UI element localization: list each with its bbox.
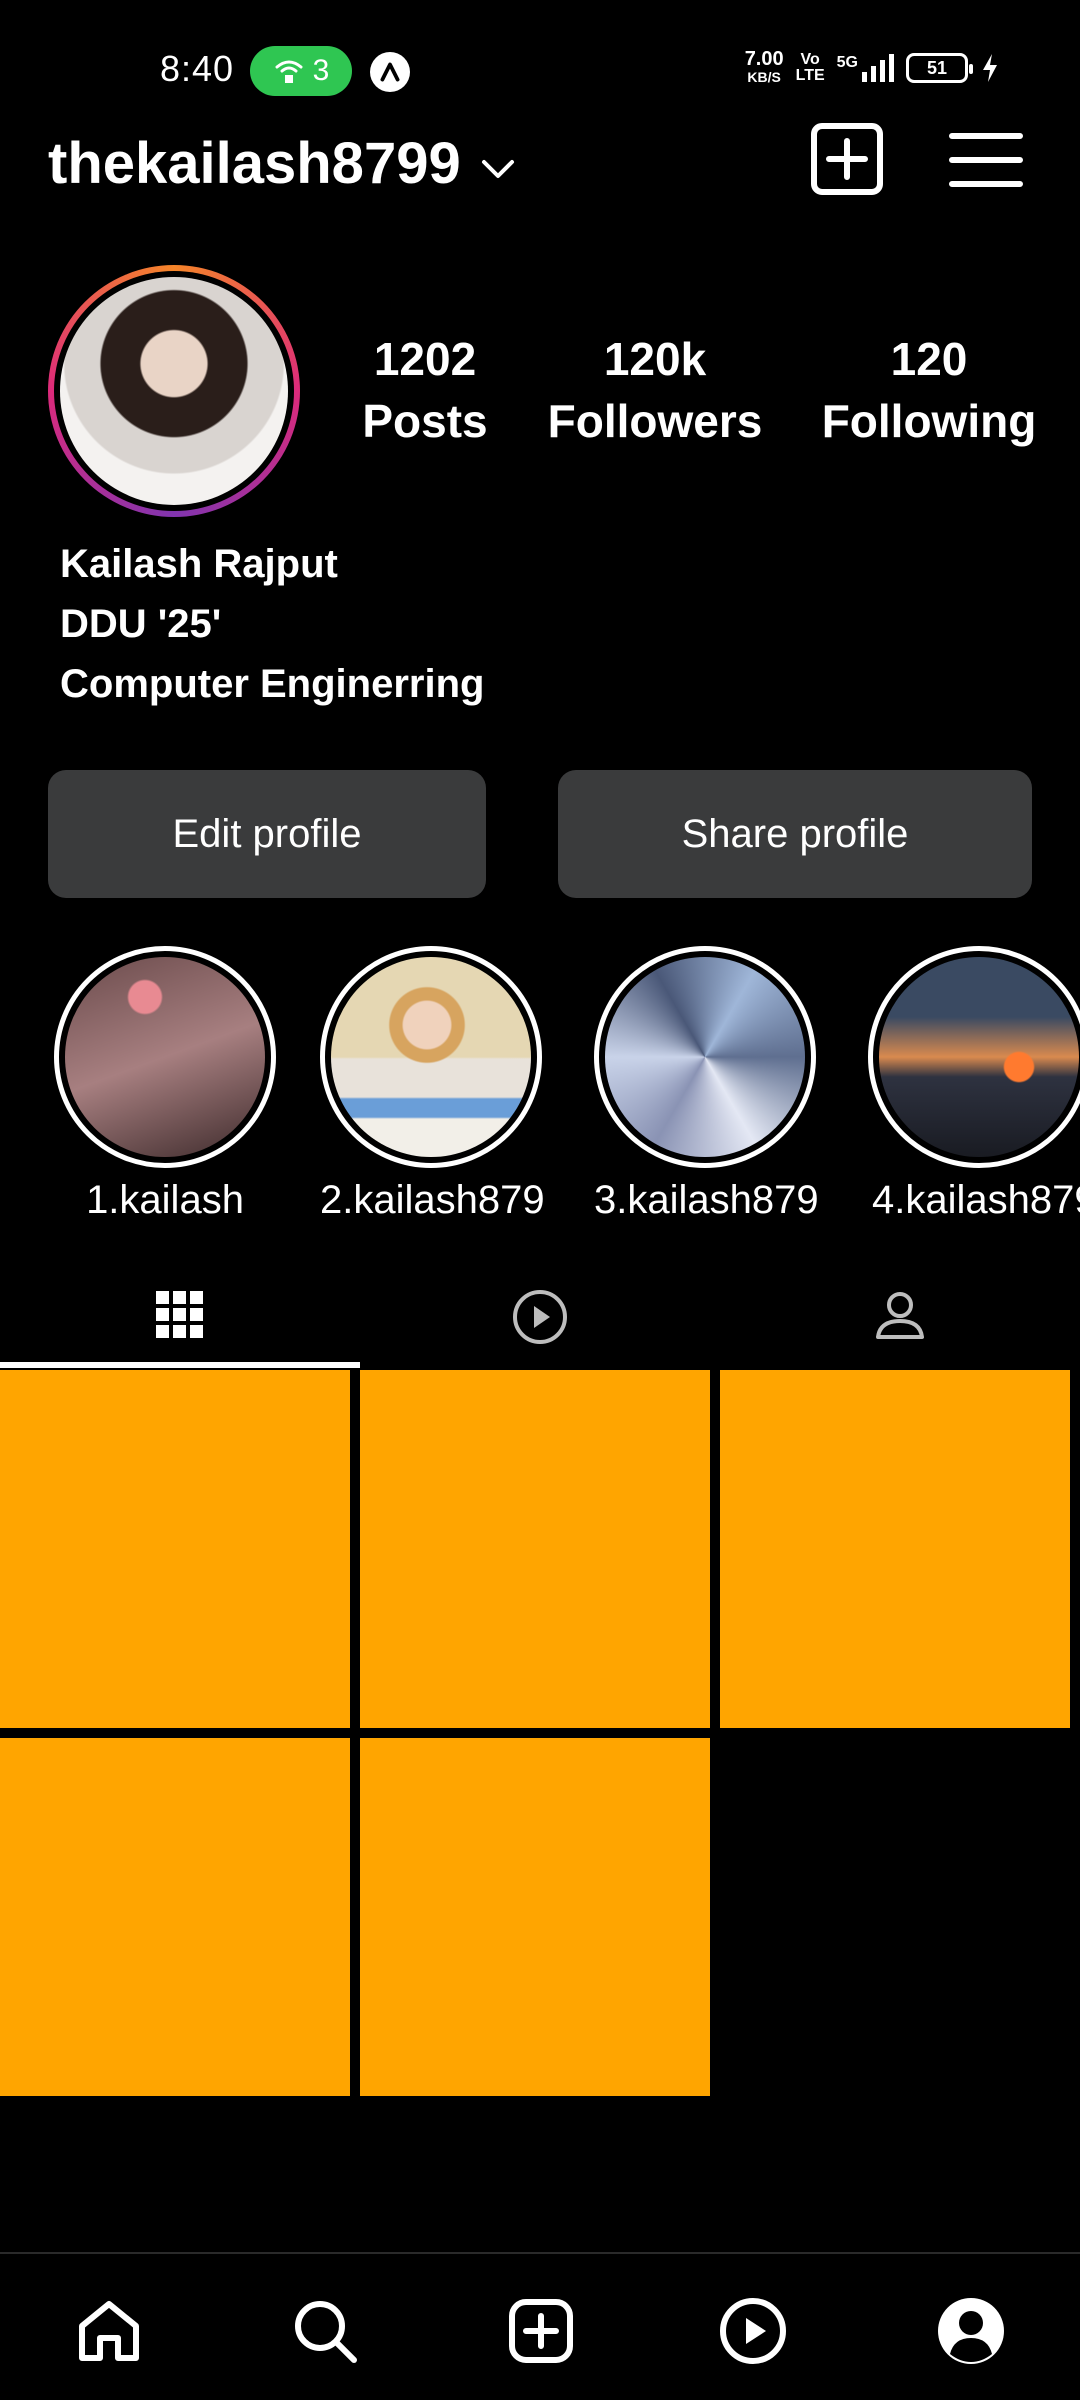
grid-icon	[156, 1291, 203, 1338]
story-highlight[interactable]: 2.kailash879	[320, 946, 545, 1223]
avatar-photo	[60, 277, 288, 505]
stat-followers[interactable]: 120k Followers	[540, 328, 770, 452]
profile-tabs	[0, 1260, 1080, 1370]
add-square-icon[interactable]	[810, 122, 884, 196]
bio-line: DDU '25'	[60, 602, 222, 646]
profile-bio: Kailash Rajput DDU '25' Computer Enginer…	[60, 534, 484, 714]
search-icon	[295, 2301, 357, 2363]
edit-profile-button[interactable]: Edit profile	[48, 770, 486, 898]
profile-avatar[interactable]	[48, 265, 300, 517]
status-right-group: 7.00 KB/S Vo LTE 5G 51	[744, 48, 1000, 86]
reels-icon	[720, 2298, 786, 2364]
story-highlight[interactable]: 1.kailash	[54, 946, 276, 1223]
stat-following[interactable]: 120 Following	[816, 328, 1042, 452]
highlight-label: 1.kailash	[86, 1178, 244, 1222]
volte-indicator: Vo LTE	[795, 51, 825, 84]
story-highlight[interactable]: 3.kailash879	[594, 946, 819, 1223]
instagram-profile-screen: 8:40 3 7.00 KB/S Vo LTE 5G 51 thekailash…	[0, 0, 1080, 2400]
app-notification-icon	[370, 52, 410, 92]
profile-header: thekailash8799	[0, 120, 1080, 220]
post-tile[interactable]	[360, 1738, 710, 2096]
active-tab-indicator	[0, 1362, 360, 1368]
tagged-icon	[876, 1292, 924, 1339]
highlight-photo	[605, 957, 805, 1157]
nav-search[interactable]	[288, 2294, 362, 2368]
network-speed: 7.00 KB/S	[744, 48, 784, 85]
status-bar: 8:40 3 7.00 KB/S Vo LTE 5G 51	[0, 0, 1080, 140]
profile-icon	[938, 2298, 1004, 2364]
signal-icon: 5G	[837, 54, 894, 82]
reels-icon	[513, 1290, 567, 1344]
create-icon	[509, 2299, 573, 2363]
tab-reels[interactable]	[360, 1260, 720, 1370]
post-tile[interactable]	[0, 1370, 350, 1728]
nav-profile[interactable]	[934, 2294, 1008, 2368]
hotspot-pill[interactable]: 3	[250, 46, 352, 96]
hotspot-icon	[275, 60, 303, 83]
profile-name: Kailash Rajput	[60, 542, 338, 586]
nav-reels[interactable]	[716, 2294, 790, 2368]
tab-grid[interactable]	[0, 1260, 360, 1370]
nav-home[interactable]	[72, 2294, 146, 2368]
highlight-label: 3.kailash879	[594, 1178, 819, 1222]
post-tile[interactable]	[0, 1738, 350, 2096]
highlight-photo	[65, 957, 265, 1157]
highlight-label: 4.kailash879	[872, 1178, 1080, 1222]
nav-create[interactable]	[504, 2294, 578, 2368]
status-time: 8:40	[160, 48, 235, 89]
highlight-photo	[331, 957, 531, 1157]
battery-icon: 51	[906, 53, 973, 83]
chevron-down-icon[interactable]	[478, 150, 518, 190]
highlight-photo	[879, 957, 1079, 1157]
bio-line: Computer Enginerring	[60, 662, 485, 706]
charging-icon	[983, 54, 997, 82]
home-icon	[79, 2301, 139, 2361]
story-highlight[interactable]: 4.kailash879	[868, 946, 1080, 1223]
highlight-label: 2.kailash879	[320, 1178, 545, 1222]
bottom-navigation	[0, 2252, 1080, 2400]
hotspot-count: 3	[312, 54, 330, 87]
stat-posts[interactable]: 1202 Posts	[352, 328, 498, 452]
post-tile[interactable]	[720, 1370, 1070, 1728]
tab-tagged[interactable]	[720, 1260, 1080, 1370]
menu-icon[interactable]	[948, 128, 1024, 192]
share-profile-button[interactable]: Share profile	[558, 770, 1032, 898]
username-title[interactable]: thekailash8799	[48, 130, 461, 197]
post-tile[interactable]	[360, 1370, 710, 1728]
